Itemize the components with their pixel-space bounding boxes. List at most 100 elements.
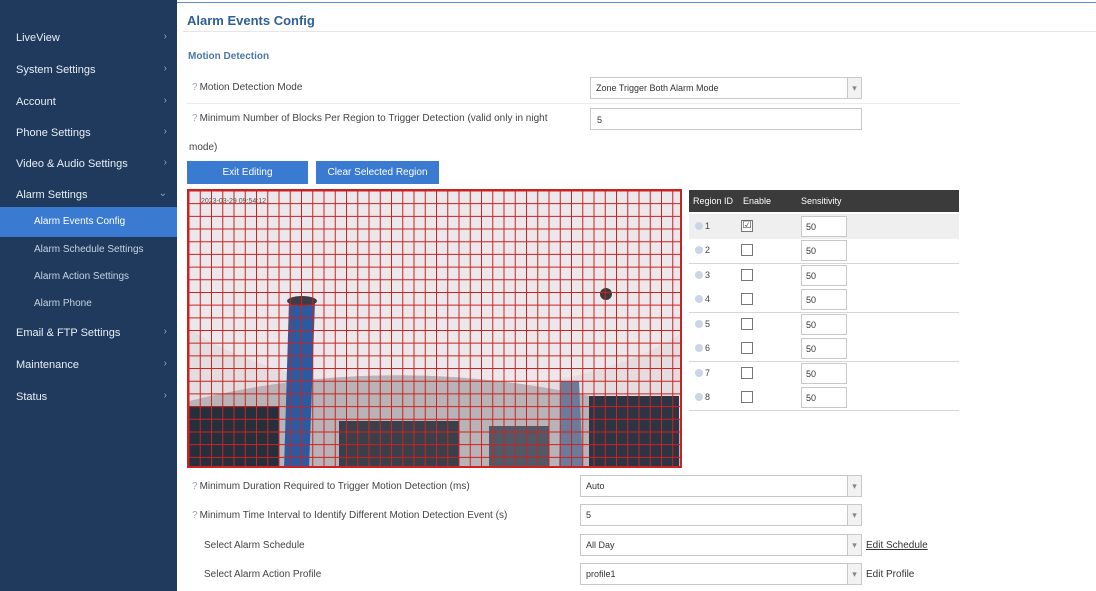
sidebar-item-video-audio-settings[interactable]: Video & Audio Settings ›: [0, 149, 177, 179]
region-radio[interactable]: [695, 246, 703, 254]
min-interval-label-text: Minimum Time Interval to Identify Differ…: [199, 510, 508, 521]
region-enable-checkbox[interactable]: [741, 293, 753, 305]
video-frame: 2023-03-29 09:54:12: [189, 191, 680, 466]
motion-detection-video[interactable]: 2023-03-29 09:54:12: [187, 189, 682, 468]
min-duration-label: ? Minimum Duration Required to Trigger Mo…: [192, 481, 470, 492]
header-sensitivity: Sensitivity: [801, 196, 842, 206]
region-id: 8: [705, 392, 711, 402]
region-sensitivity-input[interactable]: 50: [801, 314, 847, 335]
region-sensitivity-input[interactable]: 50: [801, 216, 847, 237]
sidebar-item-label: Account: [16, 96, 56, 108]
profile-value: profile1: [586, 569, 616, 579]
sidebar-item-alarm-events-config[interactable]: Alarm Events Config: [0, 207, 177, 237]
region-enable-checkbox[interactable]: ☑: [741, 220, 753, 232]
region-radio[interactable]: [695, 320, 703, 328]
region-sensitivity-input[interactable]: 50: [801, 240, 847, 261]
min-blocks-value: 5: [597, 115, 603, 125]
exit-editing-button[interactable]: Exit Editing: [187, 161, 308, 184]
ceiling-fixture: [600, 288, 612, 300]
sidebar-item-status[interactable]: Status ›: [0, 382, 177, 412]
region-radio[interactable]: [695, 295, 703, 303]
region-enable-checkbox[interactable]: [741, 342, 753, 354]
region-row[interactable]: 4 50: [689, 287, 959, 312]
min-interval-value: 5: [586, 510, 592, 520]
region-row[interactable]: 1 ☑ 50: [689, 214, 959, 239]
sidebar-item-alarm-schedule-settings[interactable]: Alarm Schedule Settings: [0, 235, 177, 265]
page-title: Alarm Events Config: [187, 13, 315, 28]
chevron-right-icon: ›: [163, 157, 167, 168]
header-enable: Enable: [743, 196, 772, 206]
region-row[interactable]: 3 50: [689, 263, 959, 288]
min-blocks-label-cont: mode): [189, 142, 218, 153]
mode-select[interactable]: Zone Trigger Both Alarm Mode ▾: [590, 77, 862, 99]
sidebar-item-alarm-settings[interactable]: Alarm Settings ⌄: [0, 180, 177, 210]
min-duration-select[interactable]: Auto ▾: [580, 475, 862, 497]
min-blocks-label: ? Minimum Number of Blocks Per Region to …: [192, 113, 548, 124]
profile-select[interactable]: profile1 ▾: [580, 563, 862, 585]
region-id: 4: [705, 294, 711, 304]
region-row[interactable]: 7 50: [689, 361, 959, 386]
help-icon[interactable]: ?: [192, 82, 198, 93]
chevron-right-icon: ›: [163, 31, 167, 42]
chevron-right-icon: ›: [163, 326, 167, 337]
help-icon[interactable]: ?: [192, 481, 198, 492]
sidebar-item-label: Email & FTP Settings: [16, 327, 121, 339]
sidebar-item-alarm-phone[interactable]: Alarm Phone: [0, 289, 177, 319]
region-sensitivity-input[interactable]: 50: [801, 387, 847, 408]
region-sensitivity-input[interactable]: 50: [801, 289, 847, 310]
clear-selected-region-button[interactable]: Clear Selected Region: [316, 161, 439, 184]
region-row[interactable]: 8 50: [689, 385, 959, 410]
chevron-right-icon: ›: [163, 95, 167, 106]
sidebar-item-label: Alarm Phone: [34, 298, 92, 309]
sidebar-item-label: Status: [16, 391, 48, 403]
region-enable-checkbox[interactable]: [741, 269, 753, 281]
region-radio[interactable]: [695, 344, 703, 352]
sidebar-item-label: Alarm Schedule Settings: [34, 244, 144, 255]
sidebar-item-label: LiveView: [16, 32, 60, 44]
region-radio[interactable]: [695, 369, 703, 377]
schedule-select[interactable]: All Day ▾: [580, 534, 862, 556]
region-enable-checkbox[interactable]: [741, 318, 753, 330]
help-icon[interactable]: ?: [192, 510, 198, 521]
sidebar-item-email-ftp-settings[interactable]: Email & FTP Settings ›: [0, 318, 177, 348]
sidebar-item-liveview[interactable]: LiveView ›: [0, 23, 177, 53]
region-sensitivity-input[interactable]: 50: [801, 338, 847, 359]
region-row[interactable]: 2 50: [689, 238, 959, 263]
mode-select-value: Zone Trigger Both Alarm Mode: [596, 83, 719, 93]
region-radio[interactable]: [695, 271, 703, 279]
region-enable-checkbox[interactable]: [741, 244, 753, 256]
region-enable-checkbox[interactable]: [741, 367, 753, 379]
sidebar-item-label: Phone Settings: [16, 127, 91, 139]
sidebar-item-maintenance[interactable]: Maintenance ›: [0, 350, 177, 380]
chevron-down-icon: ▾: [847, 78, 861, 98]
region-id: 5: [705, 319, 711, 329]
sidebar-item-account[interactable]: Account ›: [0, 87, 177, 117]
min-interval-label: ? Minimum Time Interval to Identify Diffe…: [192, 510, 507, 521]
region-row[interactable]: 6 50: [689, 336, 959, 361]
sidebar-item-label: Alarm Settings: [16, 189, 88, 201]
video-timestamp: 2023-03-29 09:54:12: [201, 198, 266, 205]
chevron-right-icon: ›: [163, 126, 167, 137]
chevron-right-icon: ›: [163, 390, 167, 401]
region-radio[interactable]: [695, 393, 703, 401]
region-table-header: Region ID Enable Sensitivity: [689, 190, 959, 212]
help-icon[interactable]: ?: [192, 113, 198, 124]
edit-schedule-link[interactable]: Edit Schedule: [866, 540, 928, 551]
region-sensitivity-input[interactable]: 50: [801, 363, 847, 384]
region-enable-checkbox[interactable]: [741, 391, 753, 403]
sidebar-item-phone-settings[interactable]: Phone Settings ›: [0, 118, 177, 148]
edit-profile-link[interactable]: Edit Profile: [866, 569, 914, 580]
region-row[interactable]: 5 50: [689, 312, 959, 337]
sidebar-item-system-settings[interactable]: System Settings ›: [0, 55, 177, 85]
mode-label-text: Motion Detection Mode: [199, 82, 303, 93]
sidebar-item-alarm-action-settings[interactable]: Alarm Action Settings: [0, 262, 177, 292]
region-sensitivity-input[interactable]: 50: [801, 265, 847, 286]
min-duration-value: Auto: [586, 481, 605, 491]
region-radio[interactable]: [695, 222, 703, 230]
schedule-value: All Day: [586, 540, 615, 550]
schedule-label: Select Alarm Schedule: [204, 540, 305, 551]
section-title: Motion Detection: [188, 51, 270, 62]
min-interval-select[interactable]: 5 ▾: [580, 504, 862, 526]
min-blocks-input[interactable]: 5: [590, 108, 862, 130]
chevron-down-icon: ⌄: [158, 188, 167, 199]
